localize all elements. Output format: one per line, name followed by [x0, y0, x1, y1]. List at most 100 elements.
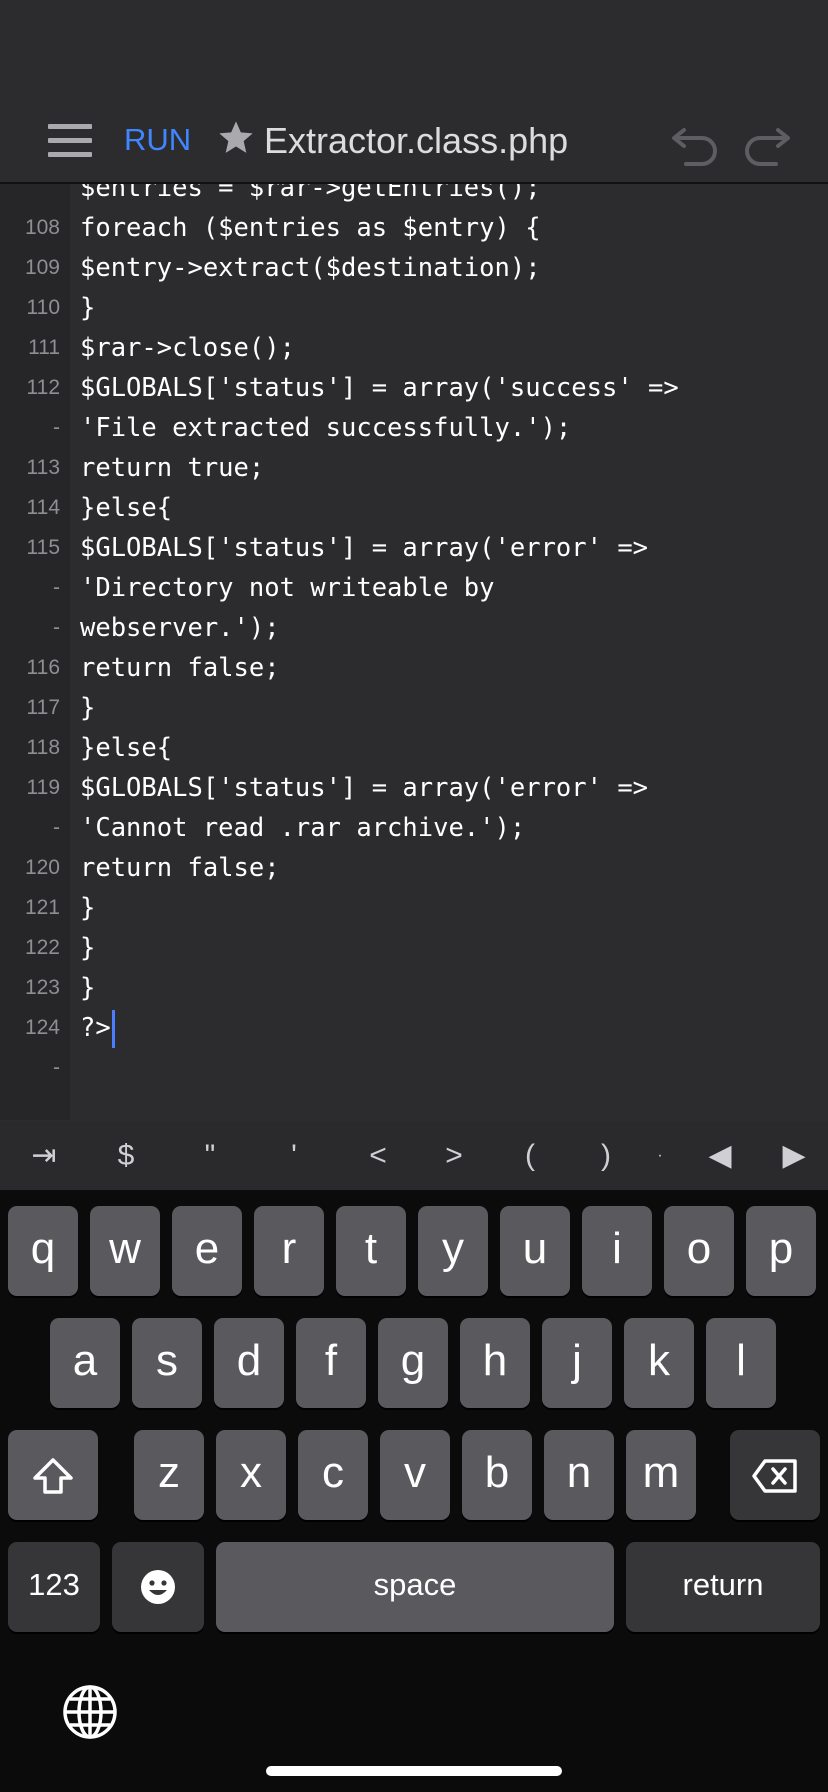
code-line[interactable]: 'File extracted successfully.'); — [80, 408, 820, 448]
code-line[interactable]: } — [80, 968, 820, 1008]
key-f[interactable]: f — [296, 1318, 366, 1408]
key-a[interactable]: a — [50, 1318, 120, 1408]
key-x[interactable]: x — [216, 1430, 286, 1520]
code-line[interactable]: foreach ($entries as $entry) { — [80, 208, 820, 248]
key-c[interactable]: c — [298, 1430, 368, 1520]
code-line[interactable]: ?> — [80, 1008, 820, 1048]
code-text[interactable]: $entries = $rar->getEntries(); foreach ($… — [80, 184, 820, 1088]
code-line-text: } — [80, 893, 96, 923]
key-b[interactable]: b — [462, 1430, 532, 1520]
key-g[interactable]: g — [378, 1318, 448, 1408]
key-e[interactable]: e — [172, 1206, 242, 1296]
code-line[interactable]: return false; — [80, 648, 820, 688]
code-line[interactable]: webserver.'); — [80, 608, 820, 648]
return-key[interactable]: return — [626, 1542, 820, 1632]
line-number: 110 — [26, 296, 60, 319]
key-m[interactable]: m — [626, 1430, 696, 1520]
text-cursor — [111, 1010, 115, 1048]
line-number — [0, 184, 60, 208]
hamburger-menu-icon[interactable] — [48, 124, 92, 158]
status-bar — [0, 0, 828, 100]
key-h[interactable]: h — [460, 1318, 530, 1408]
key-n[interactable]: n — [544, 1430, 614, 1520]
key-o[interactable]: o — [664, 1206, 734, 1296]
code-line-text: return true; — [80, 453, 265, 483]
line-number: - — [53, 616, 60, 639]
code-line[interactable]: } — [80, 928, 820, 968]
code-line[interactable]: 'Cannot read .rar archive.'); — [80, 808, 820, 848]
code-line[interactable]: return false; — [80, 848, 820, 888]
globe-icon[interactable] — [60, 1682, 120, 1742]
code-line[interactable]: 'Directory not writeable by — [80, 568, 820, 608]
code-line[interactable] — [80, 1048, 820, 1088]
accessory-key[interactable]: $ — [96, 1122, 156, 1190]
shift-key[interactable] — [8, 1430, 98, 1520]
accessory-key[interactable]: > — [424, 1122, 484, 1190]
star-icon[interactable] — [216, 118, 256, 158]
accessory-key[interactable]: ) — [576, 1122, 636, 1190]
key-z[interactable]: z — [134, 1430, 204, 1520]
accessory-key[interactable]: ◀ — [690, 1122, 750, 1190]
code-line-text: } — [80, 293, 96, 323]
key-w[interactable]: w — [90, 1206, 160, 1296]
accessory-key[interactable]: ⇥ — [14, 1122, 74, 1190]
code-line-text: } — [80, 693, 96, 723]
line-number: - — [53, 816, 60, 839]
key-u[interactable]: u — [500, 1206, 570, 1296]
code-line[interactable]: } — [80, 688, 820, 728]
undo-icon[interactable] — [668, 116, 722, 166]
line-number: 112 — [26, 376, 60, 399]
emoji-key[interactable] — [112, 1542, 204, 1632]
accessory-key[interactable]: < — [348, 1122, 408, 1190]
line-number: 122 — [24, 936, 60, 959]
accessory-key[interactable]: ( — [500, 1122, 560, 1190]
line-number: 118 — [26, 736, 60, 759]
accessory-key[interactable]: · — [650, 1122, 670, 1190]
accessory-key[interactable]: " — [180, 1122, 240, 1190]
line-number: 109 — [24, 256, 60, 279]
code-line-text: 'Cannot read .rar archive.'); — [80, 813, 526, 843]
code-line[interactable]: return true; — [80, 448, 820, 488]
key-y[interactable]: y — [418, 1206, 488, 1296]
code-line-text: }else{ — [80, 493, 173, 523]
code-line[interactable]: }else{ — [80, 488, 820, 528]
line-numbers: 108 109 110 111 112 - 113 114 115 - - 116 117 118 119 -… — [0, 184, 60, 1088]
line-number: 111 — [28, 336, 60, 359]
code-line[interactable]: $GLOBALS['status'] = array('error' => — [80, 768, 820, 808]
code-line[interactable]: } — [80, 888, 820, 928]
key-i[interactable]: i — [582, 1206, 652, 1296]
key-p[interactable]: p — [746, 1206, 816, 1296]
accessory-key[interactable]: ▶ — [764, 1122, 824, 1190]
code-line[interactable]: $entries = $rar->getEntries(); — [80, 184, 820, 208]
key-j[interactable]: j — [542, 1318, 612, 1408]
accessory-key[interactable]: ' — [264, 1122, 324, 1190]
key-v[interactable]: v — [380, 1430, 450, 1520]
code-line[interactable]: $entry->extract($destination); — [80, 248, 820, 288]
key-t[interactable]: t — [336, 1206, 406, 1296]
redo-icon[interactable] — [740, 116, 794, 166]
code-line[interactable]: }else{ — [80, 728, 820, 768]
key-l[interactable]: l — [706, 1318, 776, 1408]
key-d[interactable]: d — [214, 1318, 284, 1408]
space-key[interactable]: space — [216, 1542, 614, 1632]
line-number: 120 — [24, 856, 60, 879]
code-line-text: $GLOBALS['status'] = array('success' => — [80, 373, 679, 403]
run-button[interactable]: RUN — [124, 120, 191, 160]
key-q[interactable]: q — [8, 1206, 78, 1296]
code-line[interactable]: } — [80, 288, 820, 328]
code-line-text: ?> — [80, 1013, 111, 1043]
key-s[interactable]: s — [132, 1318, 202, 1408]
numbers-key[interactable]: 123 — [8, 1542, 100, 1632]
code-line[interactable]: $GLOBALS['status'] = array('error' => — [80, 528, 820, 568]
shift-icon — [33, 1458, 73, 1494]
code-line[interactable]: $GLOBALS['status'] = array('success' => — [80, 368, 820, 408]
key-k[interactable]: k — [624, 1318, 694, 1408]
code-line[interactable]: $rar->close(); — [80, 328, 820, 368]
line-number: - — [53, 416, 60, 439]
backspace-icon — [752, 1459, 797, 1493]
backspace-key[interactable] — [730, 1430, 820, 1520]
code-line-text: $entry->extract($destination); — [80, 253, 541, 283]
code-editor[interactable]: 108 109 110 111 112 - 113 114 115 - - 116 117 118 119 -… — [0, 184, 828, 1120]
line-number: - — [53, 576, 60, 599]
key-r[interactable]: r — [254, 1206, 324, 1296]
